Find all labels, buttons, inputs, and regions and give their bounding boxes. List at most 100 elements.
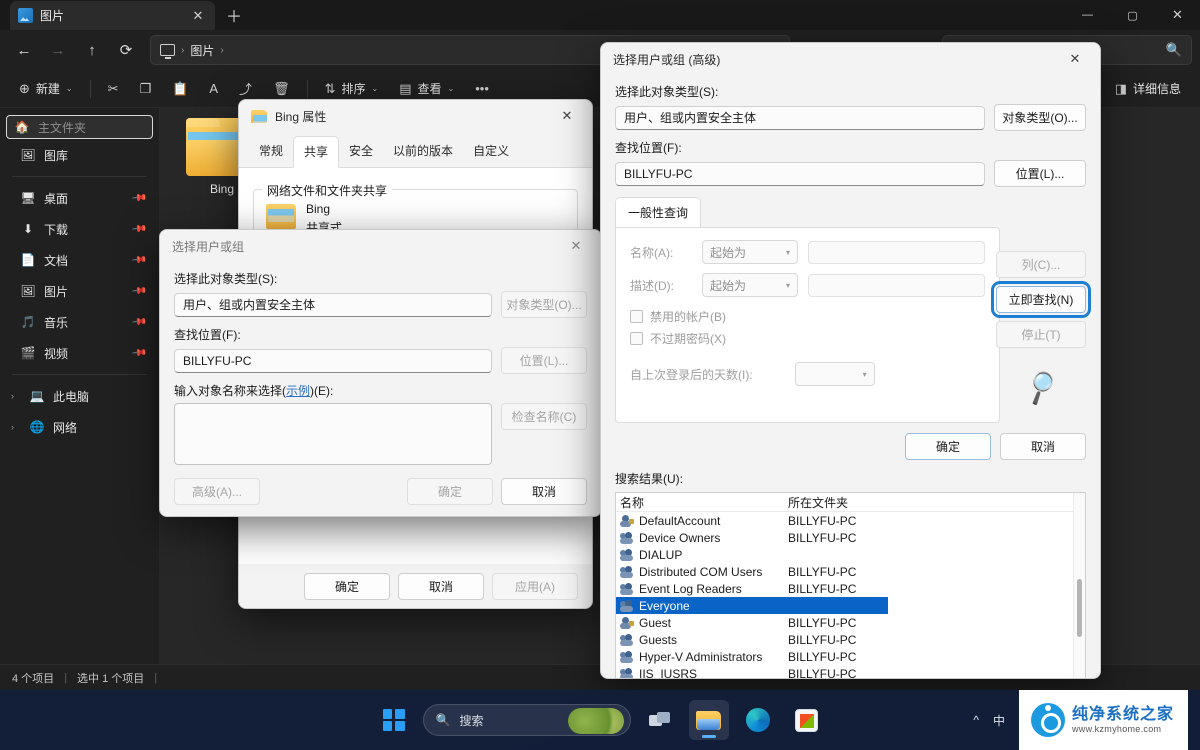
- close-icon[interactable]: ✕: [1056, 44, 1094, 74]
- locations-button[interactable]: 位置(L)...: [501, 347, 587, 374]
- sidebar-item-gallery[interactable]: 🖼 图库: [6, 140, 153, 170]
- explorer-tab-pictures[interactable]: 图片 ✕: [10, 1, 215, 30]
- object-types-button[interactable]: 对象类型(O)...: [501, 291, 587, 318]
- location-value[interactable]: BILLYFU-PC: [615, 162, 985, 186]
- chevron-right-icon[interactable]: ›: [11, 391, 21, 401]
- columns-button[interactable]: 列(C)...: [996, 251, 1086, 278]
- disabled-accounts-row[interactable]: 禁用的帐户(B): [630, 308, 985, 325]
- group-icon: [620, 600, 634, 612]
- up-button[interactable]: ↑: [76, 35, 108, 65]
- sidebar-item-label: 此电脑: [53, 388, 145, 405]
- tab-general[interactable]: 常规: [249, 136, 293, 167]
- object-types-button[interactable]: 对象类型(O)...: [994, 104, 1086, 131]
- start-button[interactable]: [374, 700, 414, 740]
- taskbar-search[interactable]: 🔍 搜索: [423, 704, 631, 736]
- non-expiring-password-checkbox[interactable]: [630, 332, 643, 345]
- window-close-button[interactable]: ✕: [1155, 0, 1200, 30]
- table-row[interactable]: Guest BILLYFU-PC: [616, 614, 1085, 631]
- forward-button[interactable]: →: [42, 35, 74, 65]
- tab-previous-versions[interactable]: 以前的版本: [383, 136, 463, 167]
- non-expiring-password-row[interactable]: 不过期密码(X): [630, 330, 985, 347]
- days-since-logon-select[interactable]: ▾: [795, 362, 875, 386]
- table-row[interactable]: Guests BILLYFU-PC: [616, 631, 1085, 648]
- close-icon[interactable]: ✕: [189, 7, 207, 25]
- group-icon: [620, 668, 634, 680]
- table-row[interactable]: DefaultAccount BILLYFU-PC: [616, 512, 1085, 529]
- table-row[interactable]: Event Log Readers BILLYFU-PC: [616, 580, 1085, 597]
- cancel-button[interactable]: 取消: [1000, 433, 1086, 460]
- paste-button[interactable]: 📋: [163, 74, 197, 104]
- tab-common-queries[interactable]: 一般性查询: [615, 197, 701, 227]
- cancel-button[interactable]: 取消: [398, 573, 484, 600]
- new-button[interactable]: ⊕ 新建 ⌄: [10, 74, 82, 104]
- table-row-selected[interactable]: Everyone: [616, 597, 888, 614]
- description-operator-select[interactable]: 起始为 ▾: [702, 273, 798, 297]
- check-names-button[interactable]: 检查名称(C): [501, 403, 587, 430]
- sidebar-item-downloads[interactable]: ⬇ 下载 📌: [6, 214, 153, 244]
- description-input[interactable]: [808, 274, 985, 297]
- sidebar-item-network[interactable]: › 🌐 网络: [6, 412, 153, 442]
- tab-sharing[interactable]: 共享: [293, 136, 339, 168]
- sidebar-item-home[interactable]: 🏠 主文件夹: [6, 115, 153, 139]
- disabled-accounts-checkbox[interactable]: [630, 310, 643, 323]
- rename-button[interactable]: A: [200, 74, 227, 104]
- back-button[interactable]: ←: [8, 35, 40, 65]
- object-names-input[interactable]: [174, 403, 492, 465]
- table-row[interactable]: Device Owners BILLYFU-PC: [616, 529, 1085, 546]
- results-scrollbar[interactable]: [1073, 493, 1085, 679]
- cancel-button[interactable]: 取消: [501, 478, 587, 505]
- cut-button[interactable]: ✂: [99, 74, 128, 104]
- column-folder[interactable]: 所在文件夹: [788, 494, 848, 511]
- refresh-button[interactable]: ⟳: [110, 35, 142, 65]
- table-row[interactable]: Hyper-V Administrators BILLYFU-PC: [616, 648, 1085, 665]
- column-name[interactable]: 名称: [620, 494, 788, 511]
- sidebar-item-pictures[interactable]: 🖼 图片 📌: [6, 276, 153, 306]
- table-row[interactable]: IIS_IUSRS BILLYFU-PC: [616, 665, 1085, 679]
- name-operator-select[interactable]: 起始为 ▾: [702, 240, 798, 264]
- close-icon[interactable]: ✕: [557, 231, 595, 261]
- group-icon: [620, 549, 634, 561]
- store-taskbar-button[interactable]: [787, 700, 827, 740]
- new-tab-button[interactable]: ＋: [221, 2, 247, 28]
- advanced-button[interactable]: 高级(A)...: [174, 478, 260, 505]
- sidebar-item-music[interactable]: 🎵 音乐 📌: [6, 307, 153, 337]
- location-row: BILLYFU-PC 位置(L)...: [174, 347, 587, 374]
- locations-button[interactable]: 位置(L)...: [994, 160, 1086, 187]
- file-explorer-taskbar-button[interactable]: [689, 700, 729, 740]
- sidebar-item-documents[interactable]: 📄 文档 📌: [6, 245, 153, 275]
- location-value[interactable]: BILLYFU-PC: [174, 349, 492, 373]
- scrollbar-thumb[interactable]: [1077, 579, 1082, 637]
- chevron-right-icon-2[interactable]: ›: [11, 422, 21, 432]
- copy-button[interactable]: ❐: [131, 74, 161, 104]
- name-input[interactable]: [808, 241, 985, 264]
- breadcrumb-item[interactable]: 图片: [190, 42, 214, 59]
- ime-indicator[interactable]: 中: [993, 712, 1005, 729]
- object-type-value[interactable]: 用户、组或内置安全主体: [615, 106, 985, 130]
- sidebar-item-desktop[interactable]: 🖥 桌面 📌: [6, 183, 153, 213]
- maximize-button[interactable]: ▢: [1110, 0, 1155, 30]
- apply-button[interactable]: 应用(A): [492, 573, 578, 600]
- tray-expand-icon[interactable]: ^: [973, 713, 979, 727]
- sidebar-item-this-pc[interactable]: › 💻 此电脑: [6, 381, 153, 411]
- table-row[interactable]: Distributed COM Users BILLYFU-PC: [616, 563, 1085, 580]
- table-row[interactable]: DIALUP: [616, 546, 1085, 563]
- ok-button[interactable]: 确定: [304, 573, 390, 600]
- divider-2: [307, 80, 308, 98]
- result-folder: BILLYFU-PC: [788, 650, 856, 664]
- search-icon[interactable]: 🔍: [1166, 42, 1182, 58]
- find-now-button[interactable]: 立即查找(N): [996, 286, 1086, 313]
- task-view-button[interactable]: [640, 700, 680, 740]
- sidebar-item-videos[interactable]: 🎬 视频 📌: [6, 338, 153, 368]
- ok-button[interactable]: 确定: [905, 433, 991, 460]
- details-pane-button[interactable]: ◨ 详细信息: [1106, 74, 1190, 104]
- object-type-value[interactable]: 用户、组或内置安全主体: [174, 293, 492, 317]
- tab-customize[interactable]: 自定义: [463, 136, 519, 167]
- ok-button[interactable]: 确定: [407, 478, 493, 505]
- examples-link[interactable]: 示例: [286, 384, 310, 398]
- minimize-button[interactable]: —: [1065, 0, 1110, 30]
- edge-taskbar-button[interactable]: [738, 700, 778, 740]
- tab-security[interactable]: 安全: [339, 136, 383, 167]
- close-icon[interactable]: ✕: [548, 101, 586, 131]
- search-results-list[interactable]: 名称 所在文件夹 DefaultAccount BILLYFU-PC Devic…: [615, 492, 1086, 679]
- stop-button[interactable]: 停止(T): [996, 321, 1086, 348]
